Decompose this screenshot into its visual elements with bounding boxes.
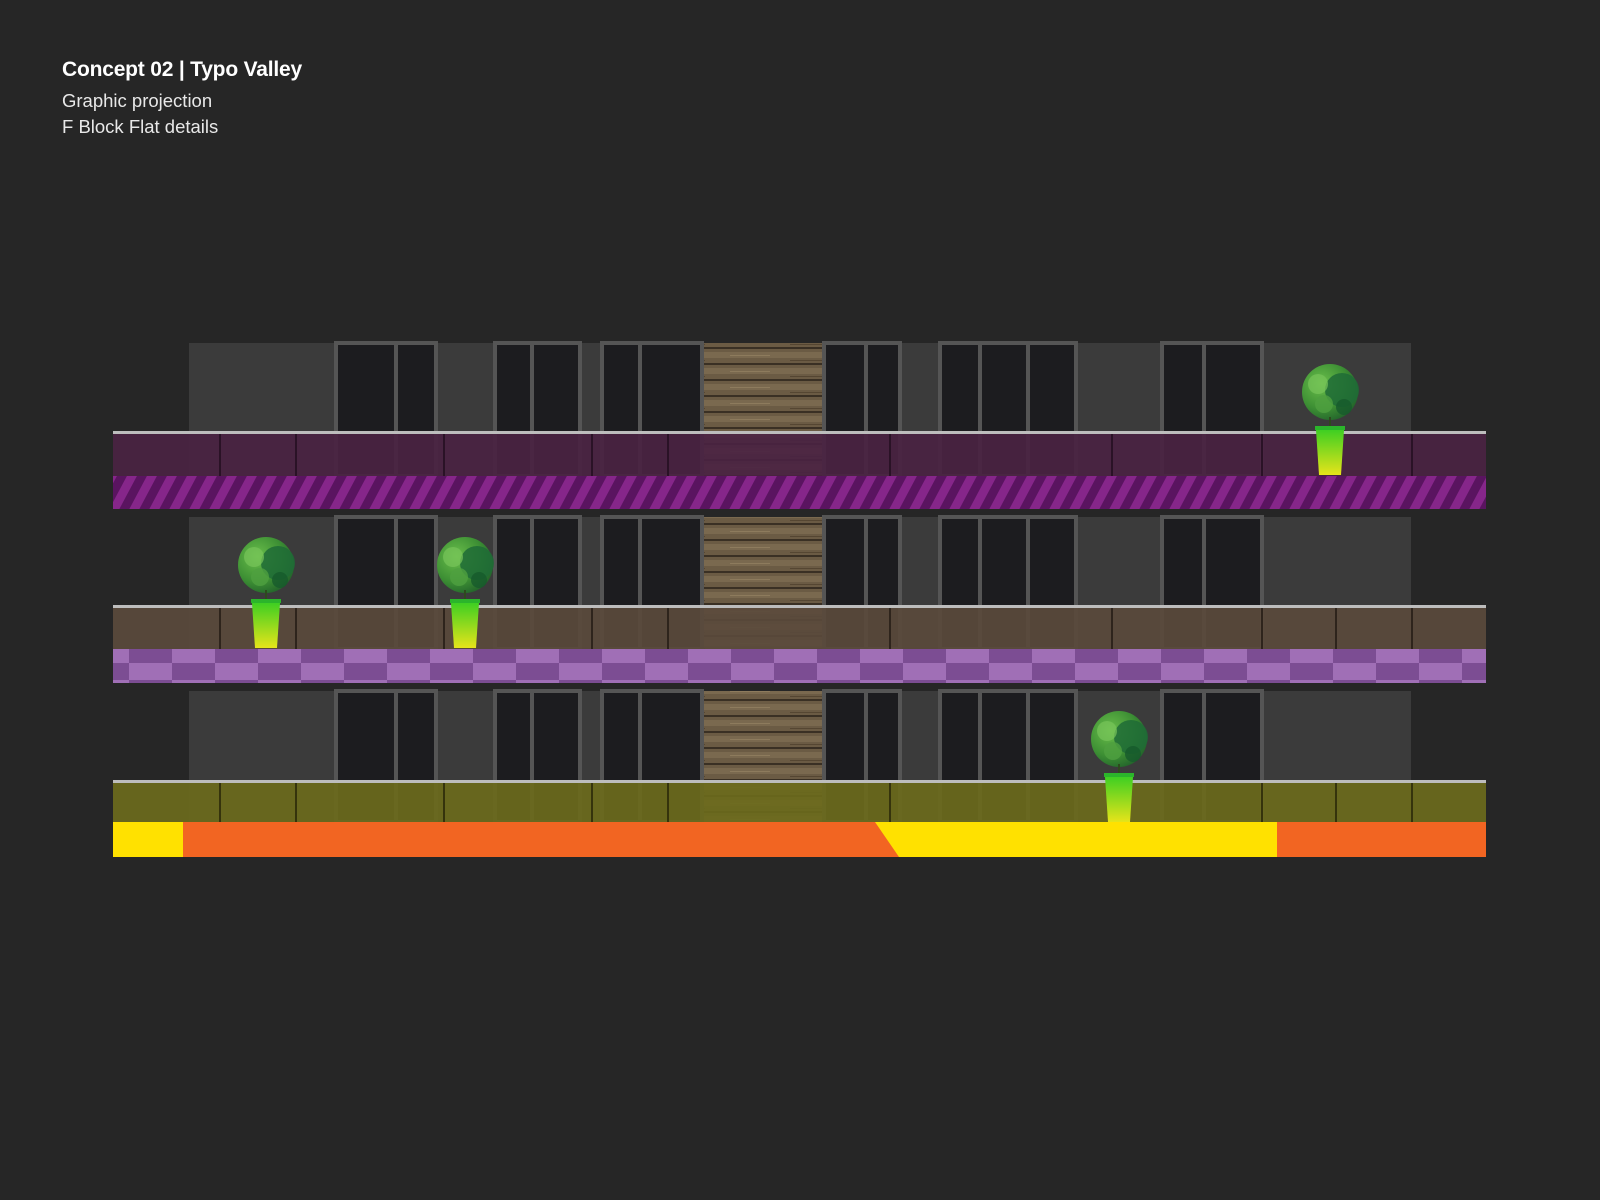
floor-bottom — [113, 689, 1486, 857]
handrail — [113, 431, 1486, 434]
floor-middle — [113, 515, 1486, 683]
handrail — [113, 780, 1486, 783]
building-elevation — [113, 341, 1486, 857]
floor-top — [113, 341, 1486, 509]
band-color-blocks — [113, 822, 1486, 857]
balcony-glass — [113, 434, 1486, 476]
handrail — [113, 605, 1486, 608]
band-diagonal-stripes — [113, 476, 1486, 509]
balcony-glass — [113, 783, 1486, 822]
band-checkerboard — [113, 649, 1486, 683]
balcony-glass — [113, 608, 1486, 649]
